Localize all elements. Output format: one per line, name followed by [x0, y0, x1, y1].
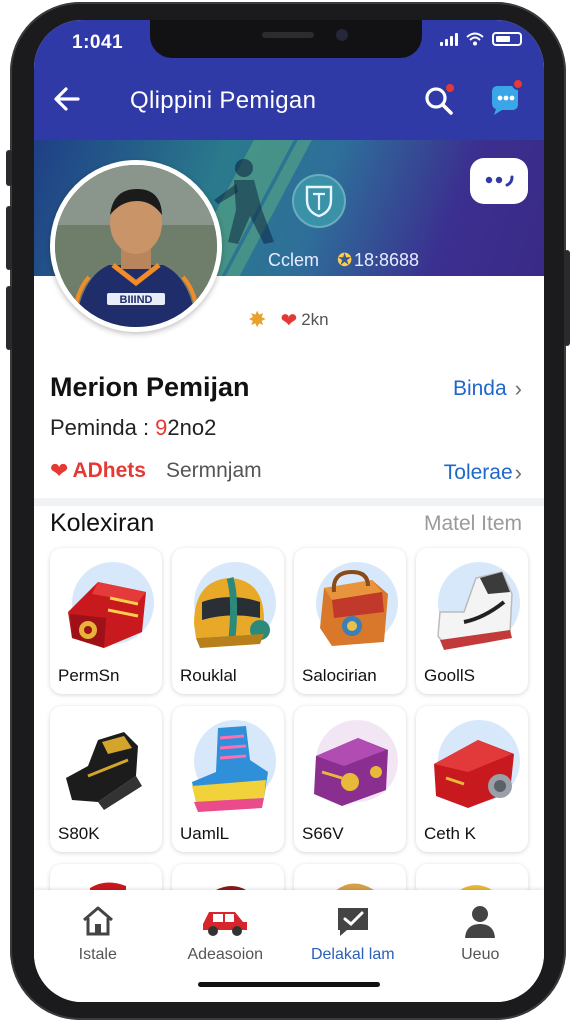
- profile-badges: ✸ ❤ 2kn: [248, 307, 329, 333]
- tag-primary-label: ADhets: [72, 459, 146, 482]
- collection-item[interactable]: Rouklal: [172, 548, 284, 694]
- collection-item[interactable]: S80K: [50, 706, 162, 852]
- team-crest-icon: [292, 174, 346, 228]
- chat-button[interactable]: [486, 78, 524, 118]
- heart-badge-icon: ❤: [280, 309, 298, 332]
- volume-down-button: [6, 286, 12, 350]
- item-label: Rouklal: [180, 666, 237, 685]
- battery-icon: [492, 32, 522, 46]
- collection-item[interactable]: Salocirian: [294, 548, 406, 694]
- banner-stats: Cclem ✪: [268, 250, 352, 271]
- red-kit-bag-icon: [68, 582, 146, 648]
- collection-title: Kolexiran: [50, 509, 155, 537]
- home-icon: [82, 906, 113, 936]
- avatar-photo: BIIIND: [55, 165, 217, 327]
- tags-link[interactable]: Tolerae ›: [444, 460, 522, 486]
- profile-subtitle: Peminda : 92no2: [50, 415, 216, 441]
- search-button[interactable]: [422, 82, 456, 118]
- nav-label: Ueuo: [461, 946, 500, 963]
- car-icon: [203, 912, 248, 936]
- mini-badge-text: 2kn: [301, 310, 329, 329]
- speaker: [262, 32, 314, 38]
- signal-icon: [440, 32, 458, 46]
- message-dots-icon: [485, 175, 514, 187]
- collection-item[interactable]: GoollS: [416, 548, 528, 694]
- item-label: Ceth K: [424, 824, 476, 843]
- message-bubble-button[interactable]: [470, 158, 528, 204]
- volume-up-button: [6, 206, 12, 270]
- search-notification-dot: [444, 82, 456, 94]
- item-label: GoollS: [424, 666, 476, 685]
- app-screen: 1:041 Qlippini Pemigan Cclem ✪ 18:8688 B…: [34, 20, 544, 1002]
- backpack-icon: [320, 569, 388, 646]
- tags-link-label: Tolerae: [443, 461, 513, 484]
- black-cleat-icon: [66, 732, 142, 810]
- banner-stat-value: 18:8688: [354, 250, 420, 270]
- power-button: [564, 250, 570, 346]
- message-check-icon: [337, 908, 368, 936]
- collection-item[interactable]: S66V: [294, 706, 406, 852]
- silent-switch: [6, 150, 12, 186]
- collection-item[interactable]: PermSn: [50, 548, 162, 694]
- heart-icon: ❤: [50, 458, 69, 483]
- nav-label: Adeasoion: [187, 946, 264, 963]
- chevron-right-icon: ›: [514, 376, 522, 401]
- profile-icon: [465, 906, 496, 938]
- jersey-text: BIIIND: [120, 294, 153, 306]
- home-indicator[interactable]: [198, 982, 380, 987]
- star-badge-icon: ✸: [248, 307, 267, 332]
- tag-primary[interactable]: ❤ ADhets: [50, 458, 146, 484]
- profile-name: Merion Pemijan: [50, 372, 250, 402]
- app-header: 1:041 Qlippini Pemigan: [34, 20, 544, 140]
- status-time: 1:041: [72, 32, 124, 53]
- item-label: S80K: [58, 824, 100, 843]
- item-label: PermSn: [58, 666, 120, 685]
- profile-tags: ❤ ADhets Sermnjam: [50, 458, 262, 484]
- subtitle-prefix: Peminda :: [50, 415, 156, 440]
- sneaker-icon: [437, 571, 513, 650]
- collection-item[interactable]: UamlL: [172, 706, 284, 852]
- collection-link[interactable]: Matel Item: [424, 512, 522, 536]
- status-icons: [440, 32, 522, 46]
- chat-notification-dot: [512, 78, 524, 90]
- red-case-icon: [434, 740, 514, 808]
- boot-icon: [192, 726, 268, 812]
- purple-case-icon: [314, 738, 388, 806]
- nav-label: Delakal lam: [310, 946, 395, 963]
- avatar[interactable]: BIIIND: [50, 160, 222, 332]
- profile-link[interactable]: Binda ›: [453, 376, 522, 402]
- wifi-icon: [466, 32, 484, 46]
- notch: [150, 20, 422, 58]
- header-title: Qlippini Pemigan: [130, 87, 317, 114]
- back-arrow-icon[interactable]: [50, 82, 84, 116]
- coin-icon: ✪: [337, 250, 353, 270]
- nav-item-profile[interactable]: Ueuo: [420, 890, 540, 1002]
- item-label: Salocirian: [302, 666, 377, 685]
- collection-item[interactable]: Ceth K: [416, 706, 528, 852]
- item-label: UamlL: [180, 824, 230, 843]
- front-camera: [336, 29, 348, 41]
- chevron-right-icon: ›: [514, 460, 522, 485]
- item-label: S66V: [302, 824, 344, 843]
- section-divider: [34, 498, 544, 506]
- subtitle-value: 9: [155, 415, 168, 440]
- helmet-icon: [194, 576, 270, 648]
- profile-link-label: Binda: [452, 377, 507, 400]
- subtitle-suffix: 2no2: [167, 415, 217, 440]
- collection-grid: PermSn Rouklal Salocirian GoollS S80K Ua…: [50, 548, 528, 898]
- tag-secondary: Sermnjam: [165, 459, 262, 482]
- banner-stat-label: Cclem: [268, 250, 320, 270]
- nav-item-home[interactable]: Istale: [38, 890, 158, 1002]
- nav-label: Istale: [78, 946, 117, 963]
